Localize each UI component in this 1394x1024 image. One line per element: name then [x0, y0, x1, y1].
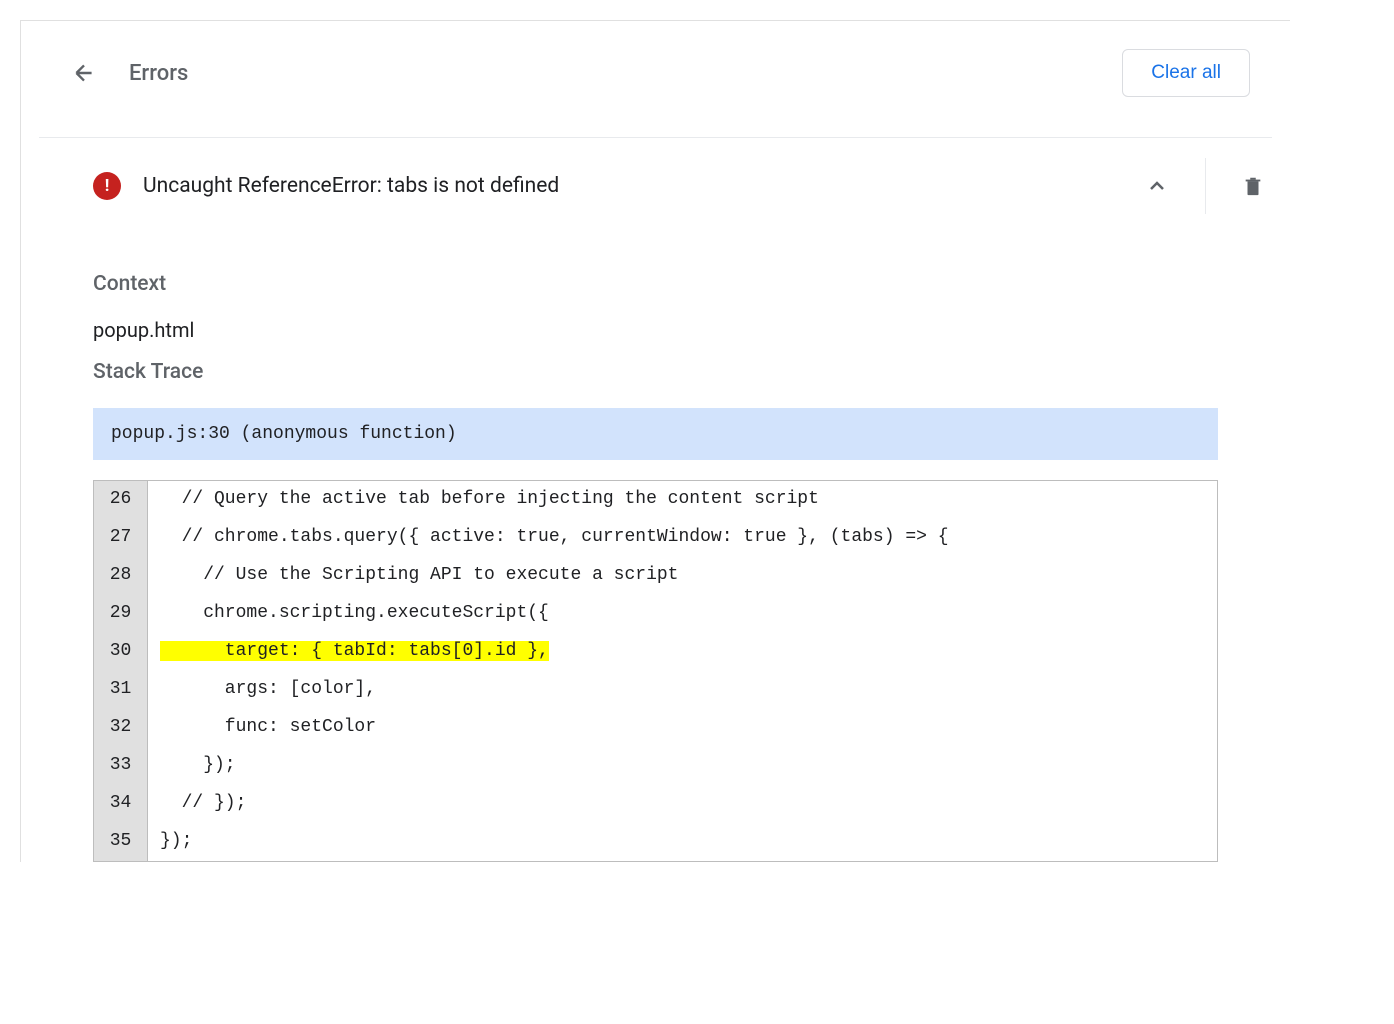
code-row: 33 });	[94, 747, 1217, 785]
line-number: 35	[94, 823, 148, 861]
code-content: // chrome.tabs.query({ active: true, cur…	[148, 519, 1217, 557]
trash-icon[interactable]	[1242, 174, 1264, 198]
code-row: 26 // Query the active tab before inject…	[94, 481, 1217, 519]
line-number: 33	[94, 747, 148, 785]
code-row: 29 chrome.scripting.executeScript({	[94, 595, 1217, 633]
code-content: // });	[148, 785, 1217, 823]
stack-trace-location[interactable]: popup.js:30 (anonymous function)	[93, 408, 1218, 460]
code-row: 30 target: { tabId: tabs[0].id },	[94, 633, 1217, 671]
header-left: Errors	[71, 60, 188, 86]
error-actions	[1145, 158, 1264, 214]
line-number: 29	[94, 595, 148, 633]
error-badge-symbol: !	[105, 176, 110, 196]
context-value: popup.html	[93, 318, 1218, 342]
clear-all-button[interactable]: Clear all	[1122, 49, 1250, 97]
line-number: 30	[94, 633, 148, 671]
code-content: func: setColor	[148, 709, 1217, 747]
chevron-up-icon[interactable]	[1145, 174, 1169, 198]
code-row: 28 // Use the Scripting API to execute a…	[94, 557, 1217, 595]
code-content: chrome.scripting.executeScript({	[148, 595, 1217, 633]
code-content: target: { tabId: tabs[0].id },	[148, 633, 1217, 671]
page-title: Errors	[129, 61, 188, 86]
code-row: 35});	[94, 823, 1217, 861]
error-details: Context popup.html Stack Trace popup.js:…	[21, 234, 1290, 862]
error-icon: !	[93, 172, 121, 200]
stack-trace-heading: Stack Trace	[93, 360, 1218, 384]
error-left: ! Uncaught ReferenceError: tabs is not d…	[93, 172, 559, 200]
code-content: // Query the active tab before injecting…	[148, 481, 1217, 519]
errors-panel: Errors Clear all ! Uncaught ReferenceErr…	[20, 20, 1290, 862]
error-message: Uncaught ReferenceError: tabs is not def…	[143, 174, 559, 198]
line-number: 27	[94, 519, 148, 557]
context-heading: Context	[93, 272, 1218, 296]
code-content: });	[148, 823, 1217, 861]
line-number: 32	[94, 709, 148, 747]
header: Errors Clear all	[21, 21, 1290, 137]
code-row: 27 // chrome.tabs.query({ active: true, …	[94, 519, 1217, 557]
back-arrow-icon[interactable]	[71, 60, 97, 86]
error-row[interactable]: ! Uncaught ReferenceError: tabs is not d…	[21, 138, 1290, 234]
code-block: 26 // Query the active tab before inject…	[93, 480, 1218, 862]
line-number: 34	[94, 785, 148, 823]
line-number: 31	[94, 671, 148, 709]
code-row: 34 // });	[94, 785, 1217, 823]
line-number: 26	[94, 481, 148, 519]
code-content: args: [color],	[148, 671, 1217, 709]
code-row: 31 args: [color],	[94, 671, 1217, 709]
line-number: 28	[94, 557, 148, 595]
code-content: });	[148, 747, 1217, 785]
action-divider	[1205, 158, 1206, 214]
code-row: 32 func: setColor	[94, 709, 1217, 747]
code-content: // Use the Scripting API to execute a sc…	[148, 557, 1217, 595]
